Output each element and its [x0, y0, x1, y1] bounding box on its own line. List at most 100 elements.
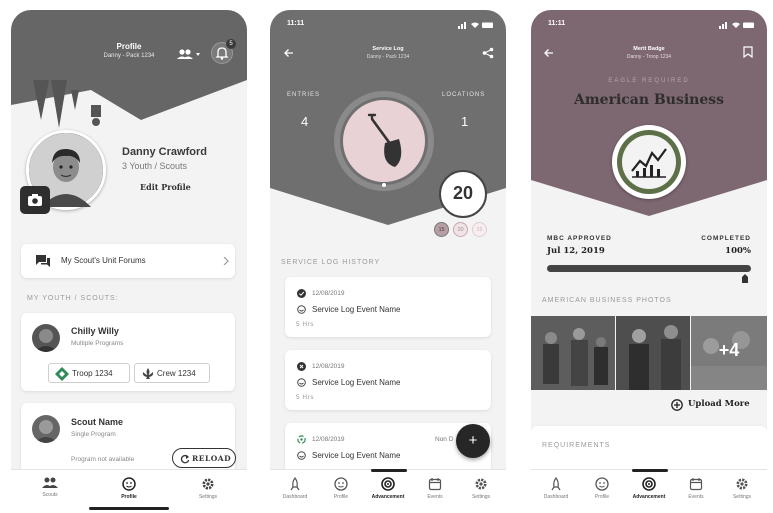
- log-event-name: Service Log Event Name: [312, 305, 401, 314]
- notifications-button[interactable]: 5: [211, 39, 236, 64]
- scout-name: Chilly Willy: [71, 326, 119, 336]
- profile-screen: Profile Danny - Pack 1234 5 Danny Crawfo…: [11, 10, 247, 513]
- photo-gallery[interactable]: +4: [531, 316, 767, 390]
- nav-settings[interactable]: Settings: [720, 477, 764, 500]
- badge-emblem: [612, 125, 686, 199]
- users-icon: [177, 49, 200, 59]
- history-section-label: SERVICE LOG HISTORY: [281, 259, 381, 266]
- youth-section-label: MY YOUTH / SCOUTS:: [27, 295, 119, 302]
- profile-face-icon: [334, 477, 348, 491]
- nav-profile[interactable]: Profile: [319, 477, 363, 500]
- gear-icon: [736, 478, 748, 490]
- log-date: 12/08/2019: [312, 290, 345, 297]
- more-photos-count: +4: [718, 340, 740, 360]
- plus-icon: +: [468, 432, 478, 449]
- change-photo-button[interactable]: [20, 186, 50, 214]
- bookmark-icon[interactable]: [743, 46, 753, 58]
- add-log-button[interactable]: +: [456, 424, 490, 458]
- scout-name: Scout Name: [71, 417, 124, 427]
- merit-badge-screen: 11:11 Merit Badge Danny - Troop 1234 EAG…: [531, 10, 767, 513]
- scout-card[interactable]: Scout Name Single Program Program not av…: [21, 403, 236, 473]
- nav-label: Advancement: [371, 494, 405, 500]
- nav-label: Dashboard: [282, 494, 308, 500]
- chevron-right-icon: [223, 257, 229, 265]
- milestone-value: 20: [457, 227, 464, 233]
- nav-events[interactable]: Events: [413, 477, 457, 500]
- forum-icon: [36, 255, 50, 267]
- entries-label: ENTRIES: [287, 92, 321, 98]
- status-x-icon: [297, 362, 306, 371]
- nav-advancement[interactable]: Advancement: [366, 477, 410, 500]
- advancement-icon: [381, 477, 395, 491]
- log-hours: 5 Hrs: [296, 321, 315, 328]
- calendar-icon: [428, 478, 442, 491]
- scout-photo: [34, 329, 58, 352]
- service-log-card[interactable]: 12/08/2019 Service Log Event Name 5 Hrs: [285, 350, 491, 410]
- notification-badge: 5: [226, 39, 236, 49]
- nav-label: Settings: [198, 494, 218, 500]
- nav-advancement[interactable]: Advancement: [627, 477, 671, 500]
- progress-marker-icon: [742, 274, 748, 283]
- milestone-chip: 15: [434, 222, 449, 237]
- log-event-name: Service Log Event Name: [312, 378, 401, 387]
- shovel-icon: [367, 113, 402, 167]
- photos-section-label: AMERICAN BUSINESS PHOTOS: [542, 297, 672, 304]
- nav-events[interactable]: Events: [674, 477, 718, 500]
- locations-value: 1: [461, 114, 469, 129]
- calendar-icon: [689, 478, 703, 491]
- nav-profile[interactable]: Profile: [580, 477, 624, 500]
- home-indicator: [371, 469, 407, 472]
- nav-settings[interactable]: Settings: [459, 477, 503, 500]
- total-hours-badge: 20: [439, 170, 487, 218]
- badge-eyebrow: EAGLE REQUIRED: [608, 78, 690, 84]
- scout-photo: [34, 420, 58, 443]
- forums-label: My Scout's Unit Forums: [61, 256, 146, 265]
- status-time: 11:11: [548, 20, 566, 27]
- approved-label: MBC APPROVED: [547, 235, 612, 242]
- log-event-name: Service Log Event Name: [312, 451, 401, 460]
- check-circle-icon: [297, 289, 306, 298]
- scout-program: Multiple Programs: [71, 340, 124, 347]
- log-status-note: Non D: [435, 436, 454, 443]
- badge-title: American Business: [574, 92, 724, 108]
- log-date: 12/08/2019: [312, 363, 345, 370]
- milestone-value: 25: [476, 227, 483, 233]
- status-time: 11:11: [287, 20, 305, 27]
- page-title: Merit Badge: [633, 46, 665, 52]
- bottom-nav: Dashboard Profile Advancement Events Set…: [531, 469, 767, 513]
- forums-row[interactable]: My Scout's Unit Forums: [21, 244, 235, 278]
- home-indicator: [632, 469, 668, 472]
- bottom-nav: Dashboard Profile Advancement Events Set…: [270, 469, 506, 513]
- nav-dashboard[interactable]: Dashboard: [534, 477, 578, 500]
- reload-button[interactable]: RELOAD: [172, 448, 236, 468]
- reload-label: RELOAD: [192, 454, 232, 463]
- requirements-section-label: REQUIREMENTS: [542, 442, 611, 449]
- nav-dashboard[interactable]: Dashboard: [273, 477, 317, 500]
- nav-label: Profile: [333, 494, 349, 500]
- approved-date: Jul 12, 2019: [547, 246, 605, 256]
- scout-card[interactable]: Chilly Willy Multiple Programs Troop 123…: [21, 313, 235, 391]
- scout-avatar: [32, 324, 60, 352]
- group-icon: [42, 477, 58, 488]
- upload-more-label: Upload More: [688, 399, 750, 409]
- edit-profile-link[interactable]: Edit Profile: [140, 182, 191, 192]
- nav-scouts[interactable]: Scouts: [28, 477, 72, 498]
- status-icons: [719, 22, 754, 29]
- nav-label: Profile: [594, 494, 610, 500]
- page-subtitle: Danny - Troop 1234: [626, 54, 672, 60]
- smiley-icon: [297, 451, 306, 460]
- share-icon[interactable]: [482, 47, 494, 59]
- nav-profile[interactable]: Profile: [107, 477, 151, 500]
- crew-chip[interactable]: Crew 1234: [134, 363, 210, 383]
- troop-chip-label: Troop 1234: [72, 369, 113, 378]
- entries-value: 4: [301, 114, 309, 129]
- app-screens: Profile Danny - Pack 1234 5 Danny Crawfo…: [0, 0, 773, 513]
- nav-settings[interactable]: Settings: [186, 477, 230, 500]
- troop-chip[interactable]: Troop 1234: [48, 363, 130, 383]
- switch-user-button[interactable]: [177, 47, 201, 65]
- page-subtitle: Danny - Pack 1234: [366, 54, 410, 60]
- profile-name: Danny Crawford: [122, 146, 207, 158]
- service-log-card[interactable]: 12/08/2019 Service Log Event Name 5 Hrs: [285, 277, 491, 337]
- completion-progress-track: [547, 265, 751, 272]
- profile-face-icon: [595, 477, 609, 491]
